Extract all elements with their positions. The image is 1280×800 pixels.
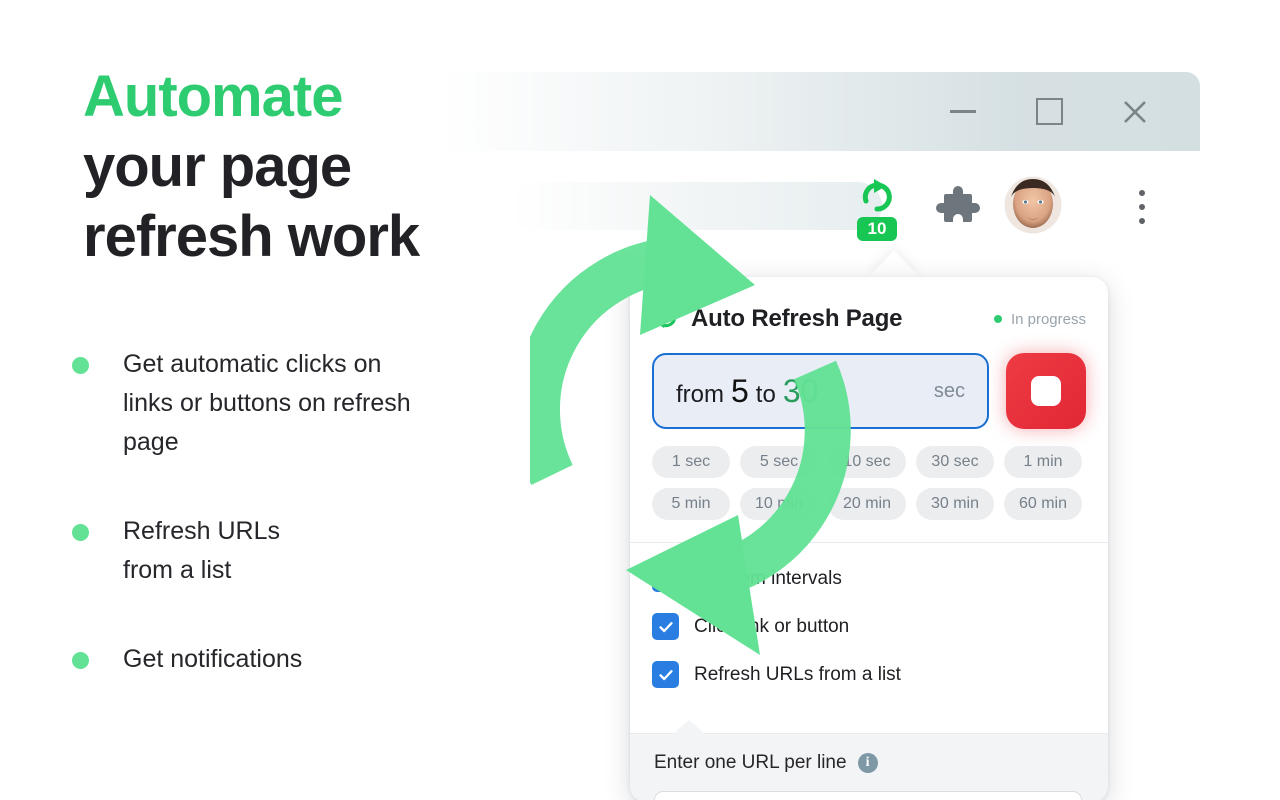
three-dot-menu-icon <box>1139 218 1145 224</box>
close-button[interactable] <box>1092 72 1178 151</box>
preset-chip[interactable]: 10 sec <box>828 446 906 478</box>
user-avatar-icon <box>1005 177 1061 233</box>
browser-window: 10 Auto Refresh Page In progress from 5 … <box>440 72 1280 800</box>
checkbox-click-link-or-button[interactable]: Click link or button <box>652 613 1086 640</box>
stop-square-icon <box>1031 376 1061 406</box>
preset-chip[interactable]: 5 min <box>652 488 730 520</box>
status-dot-icon <box>993 315 1002 323</box>
interval-unit-label: sec <box>933 379 965 402</box>
maximize-icon <box>1035 98 1063 125</box>
list-item: Get notifications <box>72 640 502 679</box>
extension-button-auto-refresh[interactable]: 10 <box>845 175 909 251</box>
popup-title: Auto Refresh Page <box>691 305 903 332</box>
bullet-label: Get notifications <box>123 645 303 673</box>
bullet-label: Get automatic clicks on links or buttons… <box>123 350 411 456</box>
status-badge: In progress <box>993 310 1086 328</box>
bullet-dot-icon <box>72 357 89 374</box>
extension-popup: Auto Refresh Page In progress from 5 to … <box>630 277 1108 800</box>
stop-button[interactable] <box>1006 353 1086 429</box>
preset-chip[interactable]: 20 min <box>828 488 906 520</box>
interval-to-value: 30 <box>782 372 819 409</box>
avatar[interactable] <box>1005 177 1061 233</box>
url-label-row: Enter one URL per line i <box>630 734 1108 774</box>
bullet-dot-icon <box>72 652 89 669</box>
preset-chip[interactable]: 60 min <box>1004 488 1082 520</box>
popup-caret <box>868 250 920 278</box>
browser-menu-button[interactable] <box>1132 190 1152 224</box>
list-item: Refresh URLs from a list <box>72 512 502 590</box>
popup-header: Auto Refresh Page In progress <box>630 277 1108 335</box>
checkbox-refresh-urls-from-a-list[interactable]: Refresh URLs from a list <box>652 661 1086 688</box>
browser-titlebar <box>440 72 1200 151</box>
checkbox-random-intervals[interactable]: Random intervals <box>652 565 1086 592</box>
extension-badge: 10 <box>857 217 897 241</box>
address-bar-input[interactable] <box>510 182 882 230</box>
checkbox-label: Random intervals <box>694 567 842 589</box>
url-list-textarea[interactable] <box>654 791 1082 800</box>
feature-list: Get automatic clicks on links or buttons… <box>72 345 502 729</box>
minimize-button[interactable] <box>920 72 1006 151</box>
minimize-icon <box>950 110 976 113</box>
puzzle-piece-icon <box>936 186 980 222</box>
url-list-section: Enter one URL per line i <box>630 720 1108 800</box>
options-list: Random intervals Click link or button Re… <box>630 543 1108 688</box>
interval-row: from 5 to 30 sec <box>630 335 1108 429</box>
interval-prefix: from <box>676 380 724 408</box>
preset-interval-chips: 1 sec 5 sec 10 sec 30 sec 1 min 5 min 10… <box>630 429 1108 520</box>
interval-middle: to <box>755 380 776 408</box>
section-notch <box>672 720 706 735</box>
preset-chip[interactable]: 1 min <box>1004 446 1082 478</box>
preset-chip[interactable]: 30 sec <box>916 446 994 478</box>
window-controls <box>920 72 1178 151</box>
checkbox-checked-icon <box>652 661 679 688</box>
three-dot-menu-icon <box>1139 190 1145 196</box>
bullet-dot-icon <box>72 524 89 541</box>
info-icon[interactable]: i <box>857 753 878 773</box>
url-section-label: Enter one URL per line <box>654 752 847 773</box>
checkbox-label: Refresh URLs from a list <box>694 663 901 685</box>
page-root: Automate your page refresh work Get auto… <box>0 0 1280 800</box>
interval-value-display: from 5 to 30 <box>676 373 818 410</box>
close-icon <box>1124 100 1146 123</box>
preset-chip[interactable]: 30 min <box>916 488 994 520</box>
interval-from-value: 5 <box>731 372 749 409</box>
status-label: In progress <box>1010 310 1086 328</box>
bullet-label: Refresh URLs from a list <box>123 517 280 584</box>
extensions-button[interactable] <box>935 185 981 236</box>
preset-chip[interactable]: 5 sec <box>740 446 818 478</box>
maximize-button[interactable] <box>1006 72 1092 151</box>
preset-chip[interactable]: 1 sec <box>652 446 730 478</box>
interval-input[interactable]: from 5 to 30 sec <box>652 353 989 429</box>
list-item: Get automatic clicks on links or buttons… <box>72 345 502 462</box>
checkbox-checked-icon <box>652 613 679 640</box>
auto-refresh-icon <box>862 179 892 212</box>
checkbox-label: Click link or button <box>694 615 850 637</box>
refresh-cycle-icon <box>652 303 679 335</box>
checkbox-checked-icon <box>652 565 679 592</box>
preset-chip[interactable]: 10 min <box>740 488 818 520</box>
three-dot-menu-icon <box>1139 204 1145 210</box>
